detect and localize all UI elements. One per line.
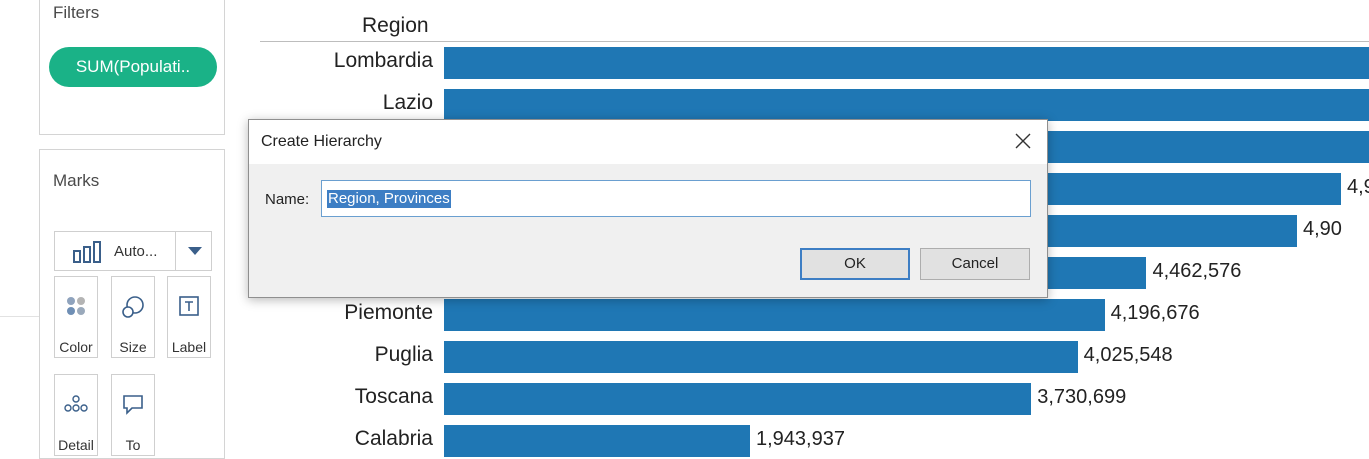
- detail-dots-icon: [55, 393, 97, 420]
- color-mark-button[interactable]: Color: [54, 276, 98, 358]
- divider: [0, 316, 40, 317]
- dialog-title: Create Hierarchy: [261, 133, 382, 150]
- row-label-calabria[interactable]: Calabria: [250, 427, 433, 451]
- row-label-lombardia[interactable]: Lombardia: [250, 49, 433, 73]
- value-label: 4,90: [1303, 218, 1342, 240]
- size-circles-icon: [112, 295, 154, 324]
- value-label: 4,025,548: [1083, 344, 1173, 366]
- mark-type-dropdown[interactable]: Auto...: [54, 231, 212, 271]
- filter-pill-sum-population[interactable]: SUM(Populati..: [49, 47, 217, 87]
- color-dots-icon: [55, 295, 97, 322]
- ok-button[interactable]: OK: [800, 248, 910, 280]
- bar-toscana[interactable]: [444, 383, 1032, 415]
- close-icon[interactable]: [1013, 131, 1033, 151]
- detail-label: Detail: [58, 437, 94, 453]
- bar-piemonte[interactable]: [444, 299, 1105, 331]
- tooltip-icon: [112, 393, 154, 420]
- cancel-button[interactable]: Cancel: [920, 248, 1030, 280]
- row-label-piemonte[interactable]: Piemonte: [250, 301, 433, 325]
- row-label-toscana[interactable]: Toscana: [250, 385, 433, 409]
- bar-lazio[interactable]: [444, 89, 1369, 121]
- header-divider: [260, 41, 1369, 42]
- mark-type-label: Auto...: [114, 243, 158, 260]
- label-mark-button[interactable]: Label: [167, 276, 211, 358]
- region-column-header[interactable]: Region: [362, 14, 429, 38]
- chevron-down-icon[interactable]: [188, 247, 202, 255]
- marks-card: Marks Auto... Color Size Label Detail To: [39, 149, 225, 459]
- detail-mark-button[interactable]: Detail: [54, 374, 98, 456]
- row-label-puglia[interactable]: Puglia: [250, 343, 433, 367]
- name-input[interactable]: Region, Provinces: [321, 180, 1031, 217]
- dialog-titlebar: Create Hierarchy: [249, 120, 1047, 164]
- color-label: Color: [59, 339, 93, 355]
- bar-puglia[interactable]: [444, 341, 1078, 373]
- size-mark-button[interactable]: Size: [111, 276, 155, 358]
- name-label: Name:: [265, 191, 310, 208]
- tooltip-mark-button[interactable]: To: [111, 374, 155, 456]
- name-input-value: Region, Provinces: [327, 190, 451, 208]
- size-label: Size: [119, 339, 147, 355]
- label-text-icon: [168, 295, 210, 322]
- bar-calabria[interactable]: [444, 425, 750, 457]
- tooltip-label: To: [125, 437, 141, 453]
- value-label: 3,730,699: [1037, 386, 1127, 408]
- filters-card: Filters SUM(Populati..: [39, 0, 225, 135]
- row-label-lazio[interactable]: Lazio: [250, 91, 433, 115]
- bar-lombardia[interactable]: [444, 47, 1369, 79]
- filters-title: Filters: [53, 3, 100, 22]
- value-label: 4,462,576: [1152, 260, 1242, 282]
- label-label: Label: [171, 339, 207, 355]
- value-label: 1,943,937: [756, 428, 845, 450]
- value-label: 4,9: [1347, 176, 1369, 198]
- shelves-panel: Filters SUM(Populati.. Marks Auto... Col…: [0, 0, 240, 459]
- bar-chart-icon: [73, 241, 103, 268]
- divider: [175, 232, 176, 270]
- create-hierarchy-dialog: Create Hierarchy Name: Region, Provinces…: [248, 119, 1048, 298]
- value-label: 4,196,676: [1110, 302, 1200, 324]
- marks-title: Marks: [53, 171, 100, 190]
